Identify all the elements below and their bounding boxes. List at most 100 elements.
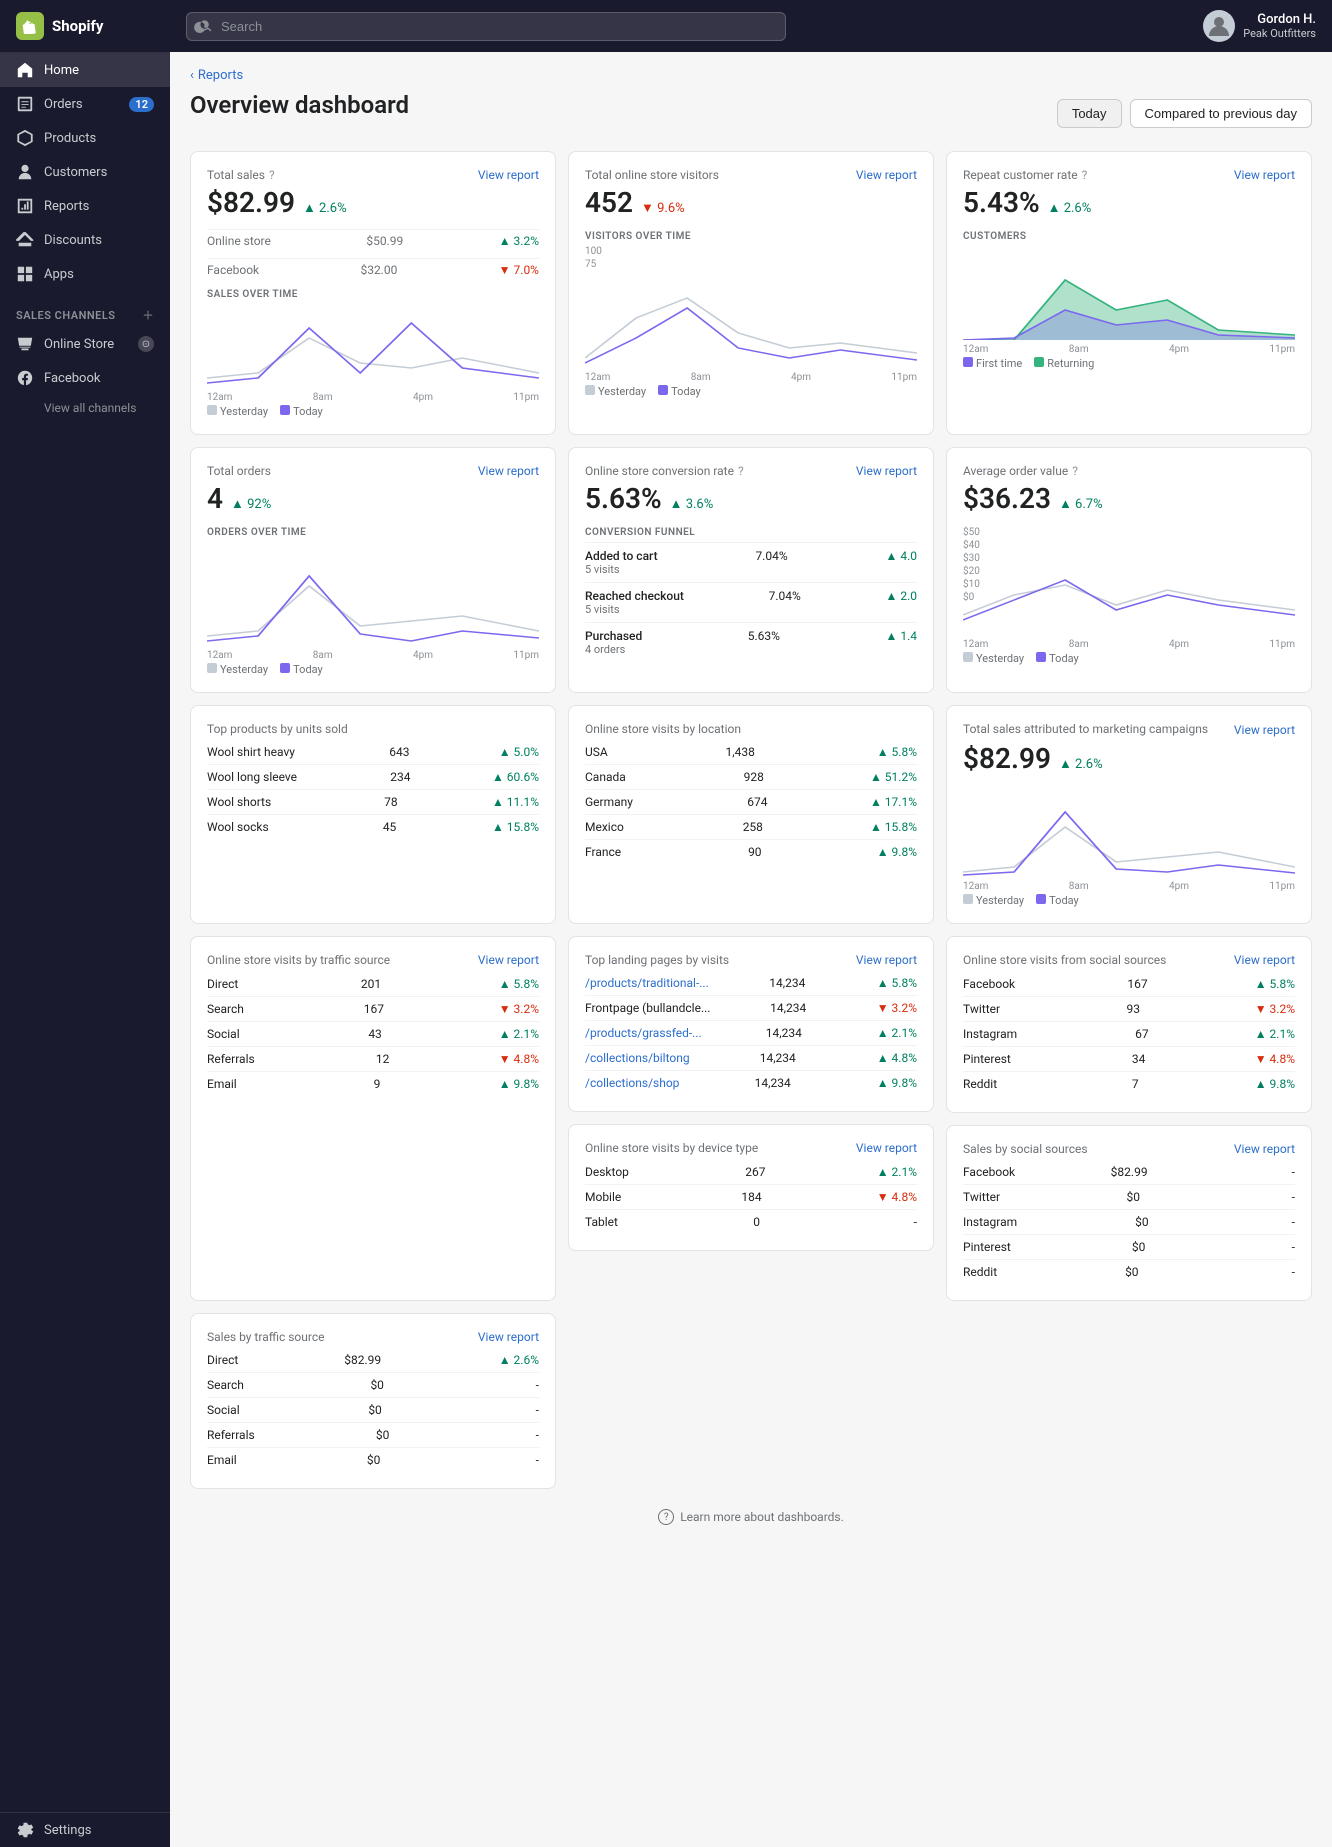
total-sales-card: Total sales ? View report $82.99 ▲ 2.6% … — [190, 151, 556, 435]
list-item: Social$0- — [207, 1397, 539, 1422]
avg-order-change: ▲ 6.7% — [1059, 496, 1103, 512]
avg-order-title: Average order value ? — [963, 464, 1078, 478]
list-item: Instagram67▲ 2.1% — [963, 1021, 1295, 1046]
marketing-sales-value: $82.99 — [963, 742, 1051, 775]
sidebar-item-online-store[interactable]: Online Store ⊙ — [0, 327, 170, 361]
sidebar-item-settings[interactable]: Settings — [0, 1813, 170, 1847]
add-channel-icon[interactable]: ＋ — [143, 307, 155, 323]
list-item: Search167▼ 3.2% — [207, 996, 539, 1021]
total-sales-change: ▲ 2.6% — [303, 200, 347, 216]
sales-traffic-view-report[interactable]: View report — [478, 1330, 539, 1344]
list-item: Social43▲ 2.1% — [207, 1021, 539, 1046]
list-item: Twitter$0- — [963, 1184, 1295, 1209]
main-content: Gordon H. Peak Outfitters ‹ Reports Over… — [170, 0, 1332, 1847]
list-item: Email9▲ 9.8% — [207, 1071, 539, 1096]
visits-device-rows: Desktop267▲ 2.1%Mobile184▼ 4.8%Tablet0- — [585, 1160, 917, 1234]
sales-traffic-rows: Direct$82.99▲ 2.6%Search$0-Social$0-Refe… — [207, 1348, 539, 1472]
today-button[interactable]: Today — [1057, 99, 1122, 128]
total-orders-card: Total orders View report 4 ▲ 92% ORDERS … — [190, 447, 556, 693]
funnel-row-checkout: Reached checkout 5 visits 7.04% ▲ 2.0 — [585, 582, 917, 622]
list-item: Email$0- — [207, 1447, 539, 1472]
sales-chart — [207, 308, 539, 388]
list-item: Wool socks45▲ 15.8% — [207, 814, 539, 839]
visits-device-view-report[interactable]: View report — [856, 1141, 917, 1155]
list-item: /products/grassfed-...14,234▲ 2.1% — [585, 1020, 917, 1045]
list-item: Desktop267▲ 2.1% — [585, 1160, 917, 1184]
compared-button[interactable]: Compared to previous day — [1130, 99, 1312, 128]
sidebar-item-facebook[interactable]: Facebook — [0, 361, 170, 395]
search-input[interactable] — [221, 19, 773, 34]
online-visitors-view-report[interactable]: View report — [856, 168, 917, 182]
search-bar[interactable] — [186, 12, 786, 41]
sales-social-title: Sales by social sources — [963, 1142, 1088, 1156]
visits-social-rows: Facebook167▲ 5.8%Twitter93▼ 3.2%Instagra… — [963, 972, 1295, 1096]
visits-social-card: Online store visits from social sources … — [946, 936, 1312, 1114]
marketing-chart — [963, 787, 1295, 877]
user-section[interactable]: Gordon H. Peak Outfitters — [1203, 10, 1316, 42]
visits-social-view-report[interactable]: View report — [1234, 953, 1295, 967]
visits-traffic-rows: Direct201▲ 5.8%Search167▼ 3.2%Social43▲ … — [207, 972, 539, 1096]
app-name: shopify — [52, 17, 103, 35]
top-bar: Gordon H. Peak Outfitters — [170, 0, 1332, 52]
total-orders-view-report[interactable]: View report — [478, 464, 539, 478]
list-item: France90▲ 9.8% — [585, 839, 917, 864]
conversion-rate-change: ▲ 3.6% — [670, 496, 714, 512]
avg-order-value-card: Average order value ? $36.23 ▲ 6.7% $50$… — [946, 447, 1312, 693]
list-item: Twitter93▼ 3.2% — [963, 996, 1295, 1021]
dashboard-row-3: Top products by units sold Wool shirt he… — [190, 705, 1312, 924]
sales-social-view-report[interactable]: View report — [1234, 1142, 1295, 1156]
sidebar-item-customers[interactable]: Customers — [0, 155, 170, 189]
view-all-channels[interactable]: View all channels — [0, 395, 170, 425]
breadcrumb[interactable]: ‹ Reports — [190, 68, 1312, 83]
marketing-sales-view-report[interactable]: View report — [1234, 723, 1295, 737]
sidebar-item-orders[interactable]: Orders 12 — [0, 87, 170, 121]
sidebar-item-reports[interactable]: Reports — [0, 189, 170, 223]
repeat-customer-title: Repeat customer rate ? — [963, 168, 1087, 182]
dashboard-row-2: Total orders View report 4 ▲ 92% ORDERS … — [190, 447, 1312, 693]
facebook-label: Facebook — [44, 371, 100, 386]
funnel-row-purchased: Purchased 4 orders 5.63% ▲ 1.4 — [585, 622, 917, 662]
sidebar: shopify Home Orders 12 Products — [0, 0, 170, 1847]
top-landing-view-report[interactable]: View report — [856, 953, 917, 967]
sales-legend: Yesterday Today — [207, 405, 539, 418]
online-store-toggle[interactable]: ⊙ — [138, 336, 154, 352]
main-nav: Home Orders 12 Products Customers — [0, 53, 170, 291]
conversion-rate-title: Online store conversion rate ? — [585, 464, 744, 478]
home-icon — [16, 61, 34, 79]
total-sales-view-report[interactable]: View report — [478, 168, 539, 182]
visits-traffic-view-report[interactable]: View report — [478, 953, 539, 967]
sidebar-item-apps[interactable]: Apps — [0, 257, 170, 291]
settings-label: Settings — [44, 1823, 91, 1838]
repeat-customer-header: Repeat customer rate ? View report — [963, 168, 1295, 182]
total-orders-value: 4 — [207, 482, 223, 515]
marketing-sales-change: ▲ 2.6% — [1059, 756, 1103, 772]
online-visitors-header: Total online store visitors View report — [585, 168, 917, 182]
shopify-logo-icon — [16, 12, 44, 40]
visitors-chart-label: VISITORS OVER TIME — [585, 231, 917, 242]
sidebar-item-products[interactable]: Products — [0, 121, 170, 155]
list-item: Instagram$0- — [963, 1209, 1295, 1234]
sidebar-label-orders: Orders — [44, 97, 83, 112]
conversion-rate-value: 5.63% — [585, 482, 662, 515]
repeat-customer-change: ▲ 2.6% — [1048, 200, 1092, 216]
list-item: Mexico258▲ 15.8% — [585, 814, 917, 839]
list-item: /products/traditional-...14,234▲ 5.8% — [585, 971, 917, 995]
list-item: Germany674▲ 17.1% — [585, 789, 917, 814]
list-item: Canada928▲ 51.2% — [585, 764, 917, 789]
visits-social-title: Online store visits from social sources — [963, 953, 1234, 969]
sidebar-item-home[interactable]: Home — [0, 53, 170, 87]
sidebar-bottom: Settings — [0, 1812, 170, 1847]
customers-chart-label: CUSTOMERS — [963, 231, 1295, 242]
sidebar-item-discounts[interactable]: Discounts — [0, 223, 170, 257]
orders-chart-label: ORDERS OVER TIME — [207, 527, 539, 538]
repeat-customer-view-report[interactable]: View report — [1234, 168, 1295, 182]
conversion-rate-card: Online store conversion rate ? View repo… — [568, 447, 934, 693]
sidebar-label-apps: Apps — [44, 267, 74, 282]
customers-legend: First time Returning — [963, 357, 1295, 370]
page-header-row: Overview dashboard Today Compared to pre… — [190, 91, 1312, 135]
visits-device-title: Online store visits by device type — [585, 1141, 856, 1157]
sidebar-label-discounts: Discounts — [44, 233, 102, 248]
sidebar-label-reports: Reports — [44, 199, 89, 214]
sales-traffic-card: Sales by traffic source View report Dire… — [190, 1313, 556, 1489]
conversion-rate-view-report[interactable]: View report — [856, 464, 917, 478]
